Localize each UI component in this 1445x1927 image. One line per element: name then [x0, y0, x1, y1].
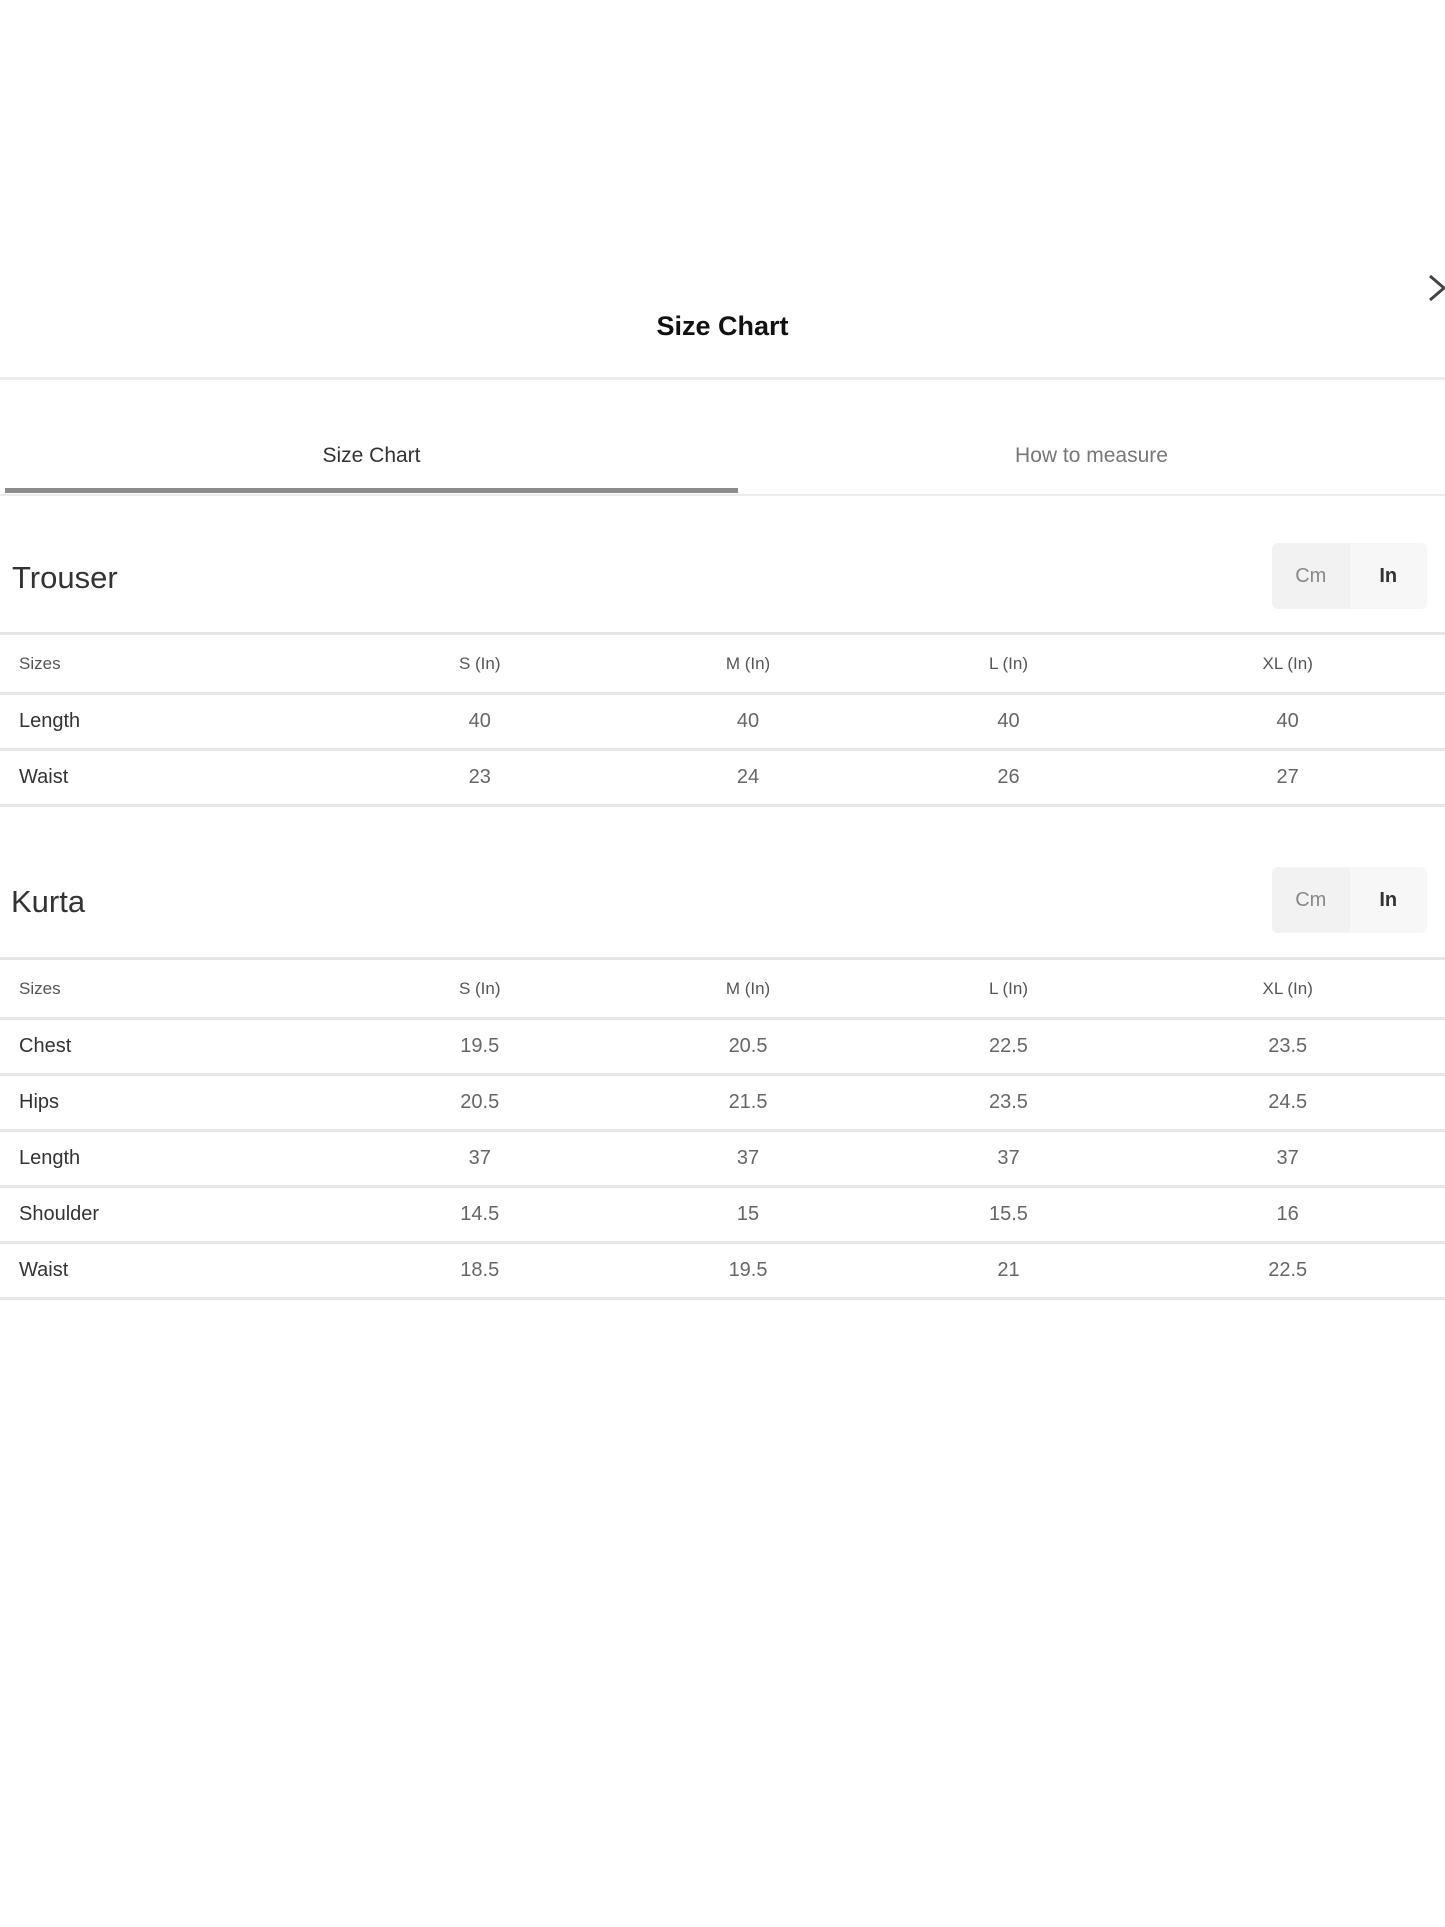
cell-value: 14.5: [350, 1186, 610, 1244]
unit-option-in[interactable]: In: [1349, 543, 1427, 609]
header-s: S (In): [350, 958, 610, 1020]
table-row: Length 40 40 40 40: [0, 693, 1445, 751]
cell-value: 22.5: [1130, 1242, 1445, 1300]
row-label: Waist: [0, 1242, 350, 1300]
cell-value: 21: [886, 1242, 1131, 1300]
chevron-right-icon: [1429, 274, 1445, 302]
cell-value: 37: [1130, 1130, 1445, 1188]
row-label: Chest: [0, 1018, 350, 1076]
close-button[interactable]: [1422, 268, 1445, 308]
unit-toggle-kurta[interactable]: Cm In: [1272, 867, 1427, 933]
modal-header: Size Chart: [0, 305, 1445, 380]
table-row: Chest 19.5 20.5 22.5 23.5: [0, 1018, 1445, 1076]
active-tab-indicator: [5, 488, 738, 493]
tab-how-to-measure[interactable]: How to measure: [738, 444, 1445, 468]
table-header-row: Sizes S (In) M (In) L (In) XL (In): [0, 958, 1445, 1020]
header-xl: XL (In): [1130, 633, 1445, 695]
row-label: Hips: [0, 1074, 350, 1132]
cell-value: 23.5: [1130, 1018, 1445, 1076]
header-s: S (In): [350, 633, 610, 695]
tab-size-chart[interactable]: Size Chart: [5, 444, 738, 468]
cell-value: 27: [1130, 749, 1445, 807]
section-title-trouser: Trouser: [12, 560, 118, 595]
section-title-kurta: Kurta: [11, 884, 86, 919]
cell-value: 22.5: [886, 1018, 1131, 1076]
table-header-row: Sizes S (In) M (In) L (In) XL (In): [0, 633, 1445, 695]
unit-toggle-trouser[interactable]: Cm In: [1272, 543, 1427, 609]
table-row: Hips 20.5 21.5 23.5 24.5: [0, 1074, 1445, 1132]
cell-value: 40: [609, 693, 887, 751]
cell-value: 21.5: [609, 1074, 887, 1132]
cell-value: 20.5: [609, 1018, 887, 1076]
cell-value: 26: [886, 749, 1131, 807]
header-sizes: Sizes: [0, 633, 350, 695]
cell-value: 37: [350, 1130, 610, 1188]
cell-value: 15.5: [886, 1186, 1131, 1244]
row-label: Waist: [0, 749, 350, 807]
header-l: L (In): [886, 633, 1131, 695]
unit-option-cm[interactable]: Cm: [1272, 867, 1350, 933]
cell-value: 40: [886, 693, 1131, 751]
size-chart-sheet: Size Chart Size Chart How to measure Tro…: [0, 0, 1445, 1927]
header-l: L (In): [886, 958, 1131, 1020]
table-row: Shoulder 14.5 15 15.5 16: [0, 1186, 1445, 1244]
table-row: Waist 23 24 26 27: [0, 749, 1445, 807]
cell-value: 15: [609, 1186, 887, 1244]
modal-title: Size Chart: [656, 311, 789, 341]
unit-option-cm[interactable]: Cm: [1272, 543, 1350, 609]
row-label: Length: [0, 1130, 350, 1188]
header-m: M (In): [609, 958, 887, 1020]
cell-value: 19.5: [350, 1018, 610, 1076]
row-label: Length: [0, 693, 350, 751]
cell-value: 24.5: [1130, 1074, 1445, 1132]
unit-option-in[interactable]: In: [1349, 867, 1427, 933]
cell-value: 16: [1130, 1186, 1445, 1244]
header-sizes: Sizes: [0, 958, 350, 1020]
table-row: Length 37 37 37 37: [0, 1130, 1445, 1188]
cell-value: 37: [886, 1130, 1131, 1188]
cell-value: 20.5: [350, 1074, 610, 1132]
cell-value: 40: [350, 693, 610, 751]
cell-value: 18.5: [350, 1242, 610, 1300]
table-row: Waist 18.5 19.5 21 22.5: [0, 1242, 1445, 1300]
cell-value: 19.5: [609, 1242, 887, 1300]
cell-value: 37: [609, 1130, 887, 1188]
cell-value: 23: [350, 749, 610, 807]
cell-value: 23.5: [886, 1074, 1131, 1132]
cell-value: 24: [609, 749, 887, 807]
header-m: M (In): [609, 633, 887, 695]
row-label: Shoulder: [0, 1186, 350, 1244]
size-table-trouser: Sizes S (In) M (In) L (In) XL (In) Lengt…: [0, 632, 1445, 807]
cell-value: 40: [1130, 693, 1445, 751]
size-table-kurta: Sizes S (In) M (In) L (In) XL (In) Chest…: [0, 957, 1445, 1300]
tab-bar: Size Chart How to measure: [0, 380, 1445, 496]
header-xl: XL (In): [1130, 958, 1445, 1020]
